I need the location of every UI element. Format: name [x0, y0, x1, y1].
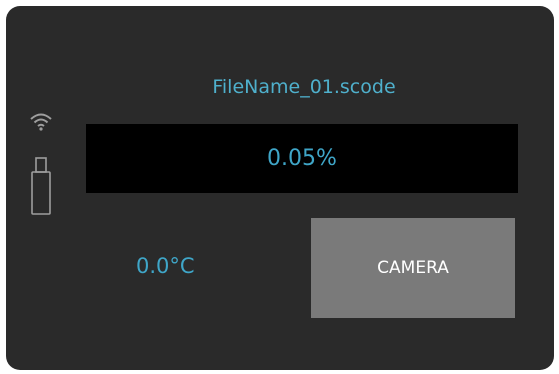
- progress-percent: 0.05%: [267, 146, 337, 171]
- file-name: FileName_01.scode: [212, 76, 396, 98]
- camera-button[interactable]: CAMERA: [311, 218, 515, 318]
- wifi-icon: [28, 110, 54, 132]
- usb-drive-icon: [30, 156, 52, 218]
- temperature-readout: 0.0°C: [136, 254, 195, 278]
- printer-display: FileName_01.scode 0.05% 0.0°C CAMERA: [6, 6, 554, 370]
- progress-display: 0.05%: [86, 124, 518, 193]
- print-status-screen: FileName_01.scode 0.05% 0.0°C CAMERA: [6, 6, 554, 370]
